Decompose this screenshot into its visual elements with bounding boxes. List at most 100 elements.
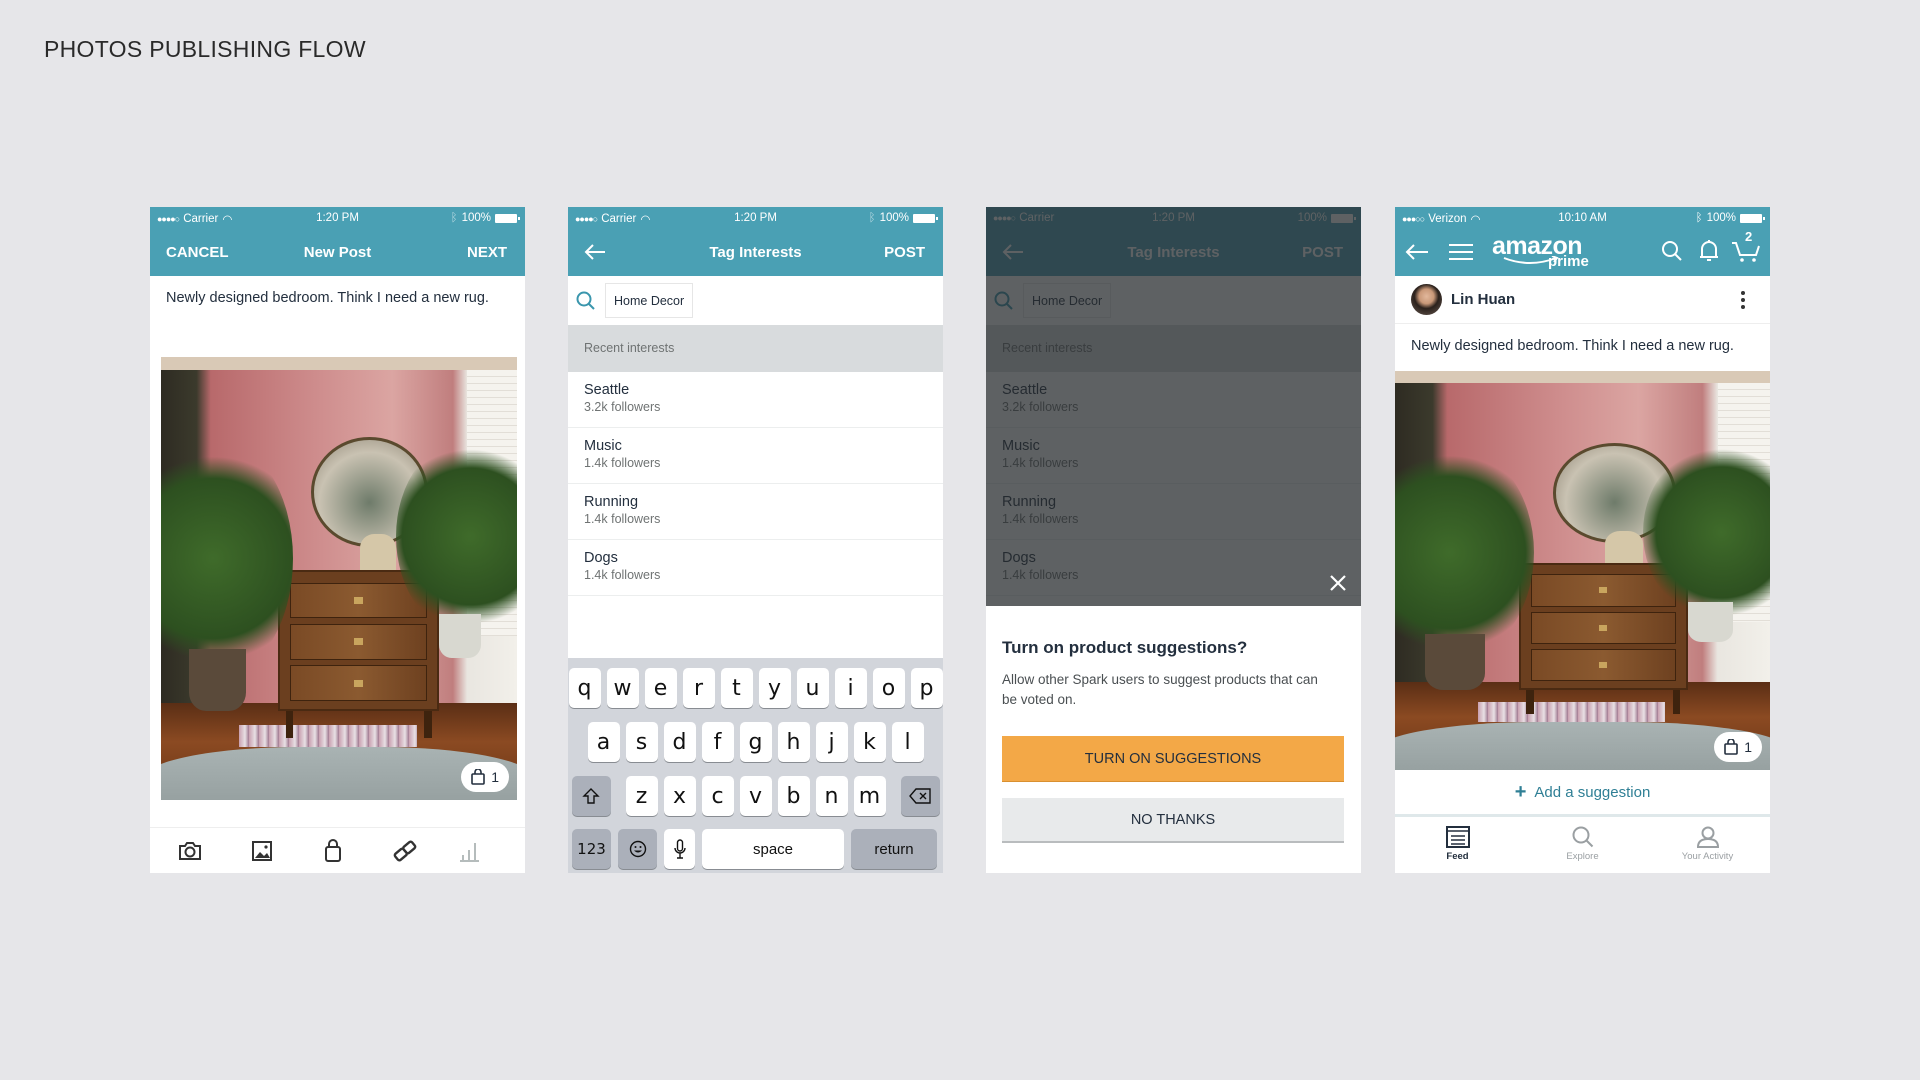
key-b[interactable]: b (777, 776, 810, 816)
add-suggestion-button[interactable]: + Add a suggestion (1395, 770, 1770, 817)
camera-icon[interactable] (177, 839, 203, 863)
modal-backdrop[interactable] (986, 207, 1361, 606)
link-icon[interactable] (392, 839, 418, 863)
tab-explore[interactable]: Explore (1520, 821, 1645, 873)
search-icon (1572, 826, 1593, 848)
search-icon (576, 291, 595, 310)
suggestions-sheet: Turn on product suggestions? Allow other… (986, 606, 1361, 873)
caption-input[interactable]: Newly designed bedroom. Think I need a n… (166, 290, 489, 306)
key-e[interactable]: e (644, 668, 677, 708)
product-tag-badge[interactable]: 1 (461, 762, 509, 792)
back-button[interactable] (1405, 243, 1429, 261)
cart-button[interactable]: 2 (1731, 229, 1761, 263)
back-button[interactable] (584, 243, 606, 261)
key-w[interactable]: w (606, 668, 639, 708)
key-d[interactable]: d (663, 722, 696, 762)
feed-icon (1445, 826, 1470, 848)
backspace-icon (909, 788, 931, 804)
key-k[interactable]: k (853, 722, 886, 762)
shopping-bag-icon[interactable] (320, 839, 346, 863)
key-r[interactable]: r (682, 668, 715, 708)
space-key[interactable]: space (702, 829, 844, 869)
backspace-key[interactable] (900, 776, 940, 816)
status-bar: ●●●●○ Carrier ◠ 1:20 PM ᛒ 100% (150, 210, 525, 226)
more-options-icon[interactable] (1740, 290, 1746, 310)
key-x[interactable]: x (663, 776, 696, 816)
tab-feed[interactable]: Feed (1395, 821, 1520, 873)
post-button[interactable]: POST (884, 244, 925, 261)
key-h[interactable]: h (777, 722, 810, 762)
post-photo[interactable]: 1 (161, 357, 517, 800)
shopping-bag-icon (471, 769, 486, 785)
interest-name: Dogs (584, 550, 618, 566)
no-thanks-button[interactable]: NO THANKS (1002, 798, 1344, 843)
post-caption: Newly designed bedroom. Think I need a n… (1411, 338, 1734, 354)
battery-icon (913, 213, 938, 223)
product-tag-badge[interactable]: 1 (1714, 732, 1762, 762)
key-v[interactable]: v (739, 776, 772, 816)
battery-percent: 100% (1706, 212, 1736, 224)
interest-item[interactable]: Music 1.4k followers (568, 428, 943, 484)
menu-button[interactable] (1449, 243, 1473, 261)
tab-bar: Feed Explore Your Activity (1395, 821, 1770, 873)
next-button[interactable]: NEXT (467, 244, 507, 261)
cancel-button[interactable]: CANCEL (166, 244, 229, 261)
interest-followers: 1.4k followers (584, 456, 661, 470)
emoji-key[interactable] (618, 829, 657, 869)
interest-item[interactable]: Dogs 1.4k followers (568, 540, 943, 596)
key-q[interactable]: q (568, 668, 601, 708)
key-j[interactable]: j (815, 722, 848, 762)
author-name[interactable]: Lin Huan (1451, 291, 1515, 308)
interest-item[interactable]: Running 1.4k followers (568, 484, 943, 540)
key-s[interactable]: s (625, 722, 658, 762)
key-m[interactable]: m (853, 776, 886, 816)
search-icon (1662, 241, 1682, 261)
close-icon[interactable] (1326, 571, 1350, 595)
image-icon[interactable] (249, 839, 275, 863)
badge-count: 1 (1744, 739, 1752, 755)
interest-followers: 1.4k followers (584, 512, 661, 526)
microphone-key[interactable] (664, 829, 695, 869)
section-header: Recent interests (568, 325, 943, 372)
screen-new-post: ●●●●○ Carrier ◠ 1:20 PM ᛒ 100% CANCEL New P… (150, 207, 525, 873)
page-title: PHOTOS PUBLISHING FLOW (44, 36, 366, 62)
numbers-key[interactable]: 123 (572, 829, 611, 869)
return-key[interactable]: return (851, 829, 937, 869)
interest-item[interactable]: Seattle 3.2k followers (568, 372, 943, 428)
search-button[interactable] (1661, 240, 1683, 262)
interest-followers: 1.4k followers (584, 568, 661, 582)
key-o[interactable]: o (872, 668, 905, 708)
tab-your-activity[interactable]: Your Activity (1645, 821, 1770, 873)
key-i[interactable]: i (834, 668, 867, 708)
amazon-prime-logo[interactable]: amazon prime (1492, 232, 1602, 272)
key-u[interactable]: u (796, 668, 829, 708)
battery-icon (1740, 213, 1765, 223)
key-g[interactable]: g (739, 722, 772, 762)
screen-tag-interests: ●●●●○ Carrier ◠ 1:20 PM ᛒ 100% Tag Interest… (568, 207, 943, 873)
key-n[interactable]: n (815, 776, 848, 816)
avatar[interactable] (1411, 284, 1442, 315)
header: ●●●○○ Verizon ◠ 10:10 AM ᛒ 100% amazon prim… (1395, 207, 1770, 276)
interest-search-input[interactable]: Home Decor (605, 283, 694, 318)
shopping-bag-icon (1724, 739, 1739, 755)
key-a[interactable]: a (587, 722, 620, 762)
header: ●●●●○ Carrier ◠ 1:20 PM ᛒ 100% CANCEL New P… (150, 207, 525, 276)
keyboard: qwertyuiop asdfghjkl zxcvbnm 123 space r… (568, 658, 943, 873)
key-c[interactable]: c (701, 776, 734, 816)
key-z[interactable]: z (625, 776, 658, 816)
tab-label: Your Activity (1681, 851, 1734, 862)
key-t[interactable]: t (720, 668, 753, 708)
notifications-button[interactable] (1699, 239, 1719, 263)
key-p[interactable]: p (910, 668, 943, 708)
key-l[interactable]: l (891, 722, 924, 762)
badge-count: 1 (491, 769, 499, 785)
screen-feed: ●●●○○ Verizon ◠ 10:10 AM ᛒ 100% amazon prim… (1395, 207, 1770, 873)
header: ●●●●○ Carrier ◠ 1:20 PM ᛒ 100% Tag Interest… (568, 207, 943, 276)
key-f[interactable]: f (701, 722, 734, 762)
key-y[interactable]: y (758, 668, 791, 708)
turn-on-suggestions-button[interactable]: TURN ON SUGGESTIONS (1002, 736, 1344, 782)
post-photo[interactable]: 1 (1395, 371, 1770, 770)
shift-key[interactable] (571, 776, 611, 816)
cart-count: 2 (1745, 229, 1753, 244)
bar-chart-icon[interactable] (456, 839, 482, 863)
